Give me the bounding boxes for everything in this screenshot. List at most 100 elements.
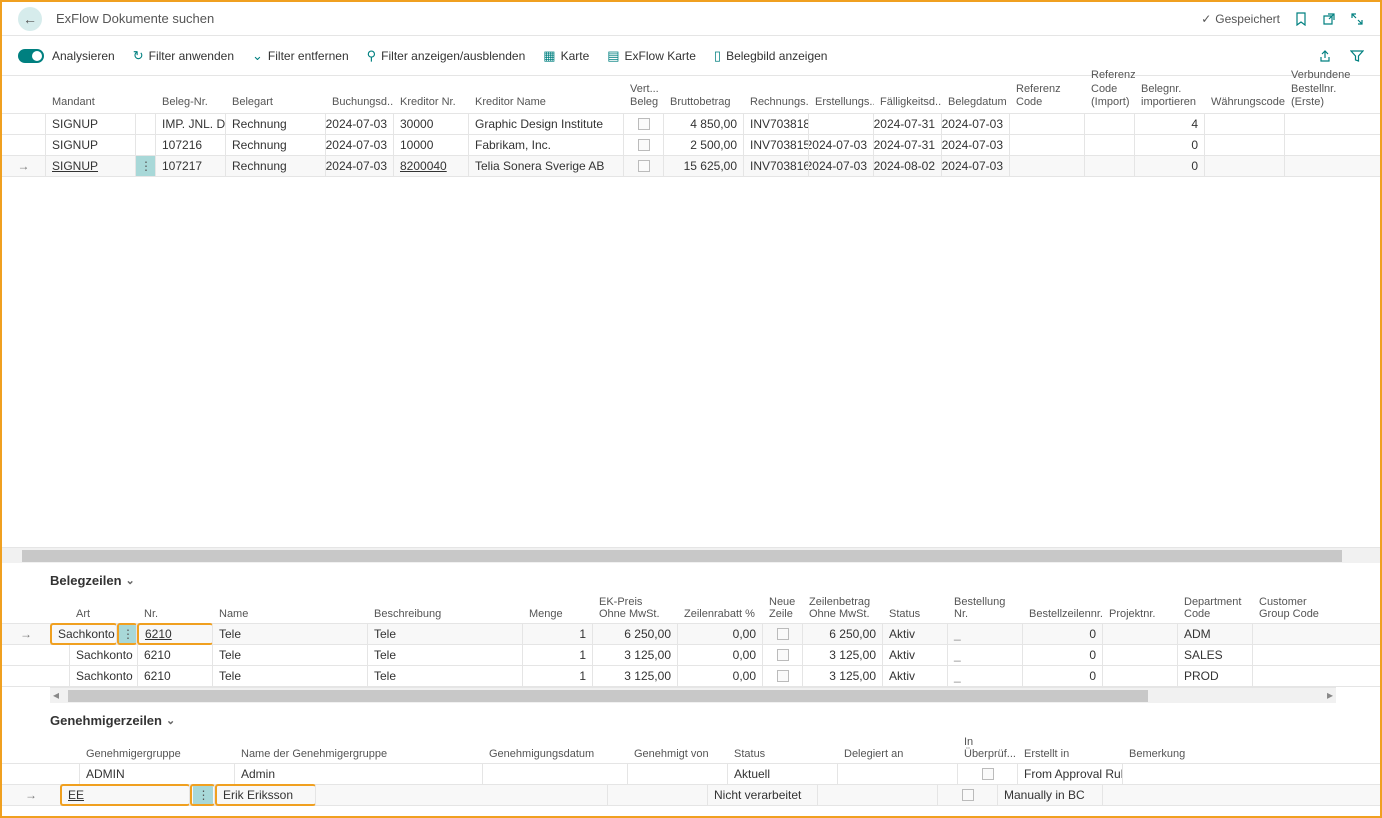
col-belegnr[interactable]: Beleg-Nr.	[156, 96, 226, 109]
approvers-section-header[interactable]: Genehmigerzeilen ⌄	[2, 703, 1380, 734]
col-nr[interactable]: Nr.	[138, 608, 213, 620]
checkbox[interactable]	[982, 768, 994, 780]
col-erstelltin[interactable]: Erstellt in	[1018, 748, 1123, 760]
approvers-title: Genehmigerzeilen	[50, 713, 162, 728]
col-custgroup[interactable]: Customer Group Code	[1253, 596, 1328, 620]
col-zbetrag[interactable]: Zeilenbetrag Ohne MwSt.	[803, 596, 883, 620]
col-ekpreis[interactable]: EK-Preis Ohne MwSt.	[593, 596, 678, 620]
col-bestellnr[interactable]: Bestellung Nr.	[948, 596, 1023, 620]
col-beschreibung[interactable]: Beschreibung	[368, 608, 523, 620]
row-more-button[interactable]: ⋮	[193, 785, 213, 805]
checkbox[interactable]	[777, 670, 789, 682]
col-neuezeile[interactable]: Neue Zeile	[763, 596, 803, 620]
analyze-label: Analysieren	[52, 49, 115, 63]
col-art[interactable]: Art	[70, 608, 138, 620]
table-row[interactable]: SIGNUP 107216 Rechnung 2024-07-03 10000 …	[2, 135, 1380, 156]
check-icon: ✓	[1201, 12, 1211, 26]
show-image-button[interactable]: ▯Belegbild anzeigen	[714, 48, 828, 64]
col-erstellungs[interactable]: Erstellungs...	[809, 96, 874, 109]
col-belegdatum[interactable]: Belegdatum	[942, 96, 1010, 109]
col-vertbeleg[interactable]: Vert... Beleg	[624, 83, 664, 109]
col-menge[interactable]: Menge	[523, 608, 593, 620]
approver-row[interactable]: → EE ⋮ Erik Eriksson Nicht verarbeitet M…	[2, 785, 1380, 806]
col-bestellz[interactable]: Bestellzeilennr.	[1023, 608, 1103, 620]
col-verbbestell[interactable]: Verbundene Bestellnr. (Erste)	[1285, 69, 1355, 109]
checkbox[interactable]	[777, 628, 789, 640]
line-row[interactable]: → Sachkonto ⋮ 6210 Tele Tele 1 6 250,00 …	[2, 624, 1380, 645]
col-gruppe[interactable]: Genehmigergruppe	[80, 748, 235, 760]
grid-scrollbar[interactable]	[2, 547, 1380, 563]
apply-filter-button[interactable]: ↻ Filter anwenden	[133, 48, 234, 64]
checkbox[interactable]	[777, 649, 789, 661]
grid-header: Mandant Beleg-Nr. Belegart Buchungsd... …	[2, 76, 1380, 114]
collapse-icon[interactable]	[1350, 12, 1364, 26]
col-appstatus[interactable]: Status	[728, 748, 838, 760]
col-kreditorname[interactable]: Kreditor Name	[469, 96, 624, 109]
exflow-card-button[interactable]: ▤ExFlow Karte	[607, 48, 696, 64]
checkbox[interactable]	[638, 160, 650, 172]
col-von[interactable]: Genehmigt von	[628, 748, 728, 760]
table-row[interactable]: SIGNUP IMP. JNL. D... Rechnung 2024-07-0…	[2, 114, 1380, 135]
lines-grid: Art Nr. Name Beschreibung Menge EK-Preis…	[2, 594, 1380, 703]
exflow-card-icon: ▤	[607, 48, 619, 64]
share-icon[interactable]	[1318, 49, 1332, 63]
popout-icon[interactable]	[1322, 12, 1336, 26]
table-row[interactable]: → SIGNUP ⋮ 107217 Rechnung 2024-07-03 82…	[2, 156, 1380, 177]
filter-toggle-icon: ⚲	[367, 48, 377, 64]
col-brutto[interactable]: Bruttobetrag	[664, 96, 744, 109]
chevron-down-icon: ⌄	[166, 714, 175, 727]
col-belegart[interactable]: Belegart	[226, 96, 326, 109]
lines-header: Art Nr. Name Beschreibung Menge EK-Preis…	[2, 594, 1380, 624]
col-rechnungs[interactable]: Rechnungs...	[744, 96, 809, 109]
col-delegiert[interactable]: Delegiert an	[838, 748, 958, 760]
row-more-button[interactable]: ⋮	[136, 156, 155, 176]
col-buchungsd[interactable]: Buchungsd...	[326, 96, 394, 109]
line-row[interactable]: Sachkonto 6210 Tele Tele 1 3 125,00 0,00…	[2, 666, 1380, 687]
col-datum[interactable]: Genehmigungsdatum	[483, 748, 628, 760]
col-refcode[interactable]: Referenz Code	[1010, 83, 1085, 109]
approvers-grid: Genehmigergruppe Name der Genehmigergrup…	[2, 734, 1380, 816]
remove-filter-button[interactable]: ⌄ Filter entfernen	[252, 48, 349, 64]
remove-filter-label: Filter entfernen	[268, 49, 349, 63]
refresh-icon: ↻	[133, 48, 144, 64]
lines-scrollbar[interactable]: ◂ ▸	[50, 687, 1336, 703]
col-projektnr[interactable]: Projektnr.	[1103, 608, 1178, 620]
checkbox[interactable]	[638, 139, 650, 151]
bookmark-icon[interactable]	[1294, 12, 1308, 26]
clear-filter-icon: ⌄	[252, 48, 263, 64]
col-faellig[interactable]: Fälligkeitsd...	[874, 96, 942, 109]
lines-title: Belegzeilen	[50, 573, 122, 588]
filter-pane-icon[interactable]	[1350, 49, 1364, 63]
lines-section-header[interactable]: Belegzeilen ⌄	[2, 563, 1380, 594]
apply-filter-label: Filter anwenden	[149, 49, 234, 63]
col-waehrung[interactable]: Währungscode	[1205, 96, 1285, 109]
line-row[interactable]: Sachkonto 6210 Tele Tele 1 3 125,00 0,00…	[2, 645, 1380, 666]
back-arrow-icon: ←	[23, 11, 37, 27]
col-mandant[interactable]: Mandant	[46, 96, 156, 109]
analyze-toggle[interactable]	[18, 49, 44, 63]
toggle-filter-button[interactable]: ⚲Filter anzeigen/ausblenden	[367, 48, 526, 64]
back-button[interactable]: ←	[18, 7, 42, 31]
col-name[interactable]: Name	[213, 608, 368, 620]
col-bemerkung[interactable]: Bemerkung	[1123, 748, 1243, 760]
col-rabatt[interactable]: Zeilenrabatt %	[678, 608, 763, 620]
col-deptcode[interactable]: Department Code	[1178, 596, 1253, 620]
titlebar: ← ExFlow Dokumente suchen ✓ Gespeichert	[2, 2, 1380, 36]
col-status[interactable]: Status	[883, 608, 948, 620]
card-button[interactable]: ▦ Karte	[543, 48, 589, 64]
approver-row[interactable]: ADMIN Admin Aktuell From Approval Rule..…	[2, 764, 1380, 785]
checkbox[interactable]	[962, 789, 974, 801]
col-gruppename[interactable]: Name der Genehmigergruppe	[235, 748, 483, 760]
col-kreditornr[interactable]: Kreditor Nr.	[394, 96, 469, 109]
row-more-button[interactable]: ⋮	[119, 624, 136, 644]
saved-label: Gespeichert	[1215, 12, 1280, 26]
col-belegnrimport[interactable]: Belegnr. importieren	[1135, 83, 1205, 109]
checkbox[interactable]	[638, 118, 650, 130]
col-refcodeimport[interactable]: Referenz Code (Import)	[1085, 69, 1135, 109]
show-image-icon: ▯	[714, 48, 721, 64]
card-label: Karte	[561, 49, 590, 63]
toolbar: Analysieren ↻ Filter anwenden ⌄ Filter ent…	[2, 36, 1380, 76]
card-icon: ▦	[543, 48, 555, 64]
page-title: ExFlow Dokumente suchen	[56, 11, 214, 26]
col-inueberpruef[interactable]: In Überprüf...	[958, 736, 1018, 760]
